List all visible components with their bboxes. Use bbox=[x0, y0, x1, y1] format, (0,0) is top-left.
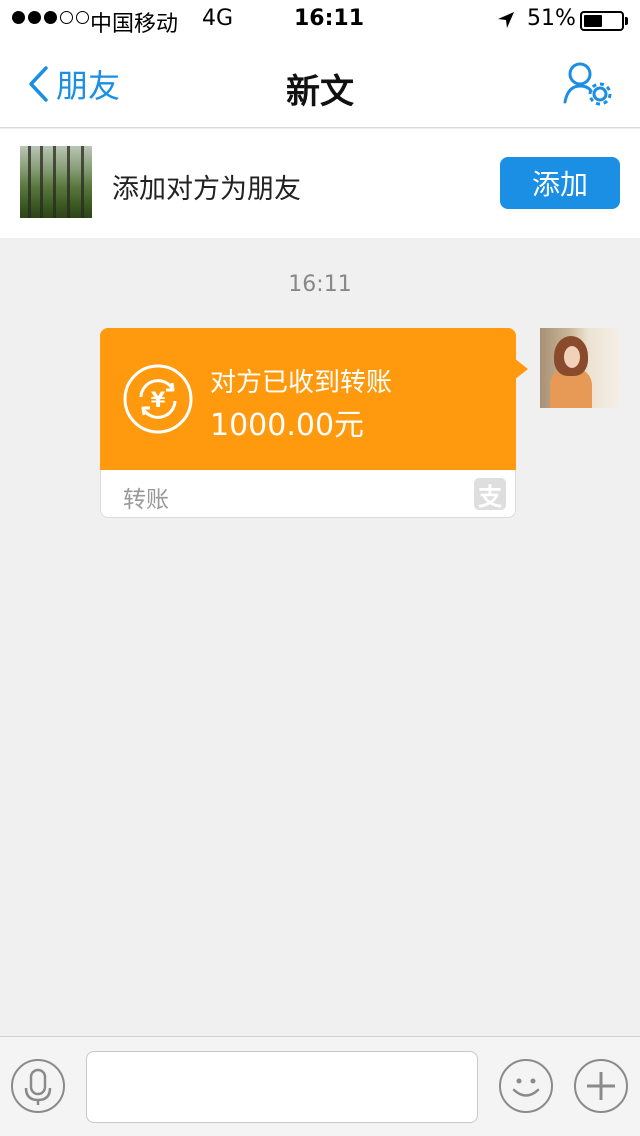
yuan-transfer-icon: ¥ bbox=[123, 364, 193, 434]
network-type: 4G bbox=[202, 6, 234, 31]
sender-avatar[interactable] bbox=[540, 328, 620, 408]
transfer-amount: 1000.00元 bbox=[210, 408, 365, 443]
person-settings-icon[interactable] bbox=[560, 60, 614, 108]
chevron-left-icon bbox=[29, 66, 48, 102]
plus-icon bbox=[587, 1072, 615, 1100]
nav-bar: 朋友 新文 bbox=[0, 40, 640, 128]
svg-text:¥: ¥ bbox=[151, 388, 166, 412]
emoji-button[interactable] bbox=[499, 1059, 553, 1113]
bubble-tail bbox=[514, 358, 528, 380]
battery-percent: 51% bbox=[527, 6, 576, 31]
transfer-card-footer: 转账 支 bbox=[100, 470, 516, 518]
transfer-status: 对方已收到转账 bbox=[210, 368, 393, 398]
back-button[interactable]: 朋友 bbox=[26, 62, 120, 106]
battery-tip bbox=[625, 17, 628, 25]
microphone-icon bbox=[24, 1068, 52, 1105]
message-timestamp: 16:11 bbox=[288, 272, 352, 297]
transfer-card-header: ¥ 对方已收到转账 1000.00元 bbox=[100, 328, 516, 470]
smiley-icon bbox=[512, 1078, 540, 1097]
transfer-label: 转账 bbox=[123, 487, 169, 513]
chat-screen: 中国移动 4G 16:11 51% 朋友 新文 添加对方为朋友 添加 16:11… bbox=[0, 0, 640, 1136]
transfer-message[interactable]: ¥ 对方已收到转账 1000.00元 转账 支 bbox=[100, 328, 528, 518]
signal-strength-icon bbox=[12, 11, 89, 24]
add-friend-button[interactable]: 添加 bbox=[500, 157, 620, 209]
battery-icon bbox=[580, 11, 624, 31]
add-friend-banner: 添加对方为朋友 添加 bbox=[0, 129, 640, 238]
input-bar bbox=[0, 1036, 640, 1136]
alipay-icon: 支 bbox=[474, 478, 506, 511]
add-friend-prompt: 添加对方为朋友 bbox=[112, 174, 301, 205]
more-actions-button[interactable] bbox=[574, 1059, 628, 1113]
location-arrow-icon bbox=[498, 12, 514, 28]
battery-level bbox=[584, 15, 602, 27]
avatar[interactable] bbox=[20, 146, 92, 218]
carrier-name: 中国移动 bbox=[90, 12, 179, 37]
status-time: 16:11 bbox=[294, 6, 365, 31]
voice-input-button[interactable] bbox=[11, 1059, 65, 1113]
back-label: 朋友 bbox=[56, 67, 121, 105]
status-bar: 中国移动 4G 16:11 51% bbox=[0, 0, 640, 40]
message-input[interactable] bbox=[86, 1051, 478, 1123]
